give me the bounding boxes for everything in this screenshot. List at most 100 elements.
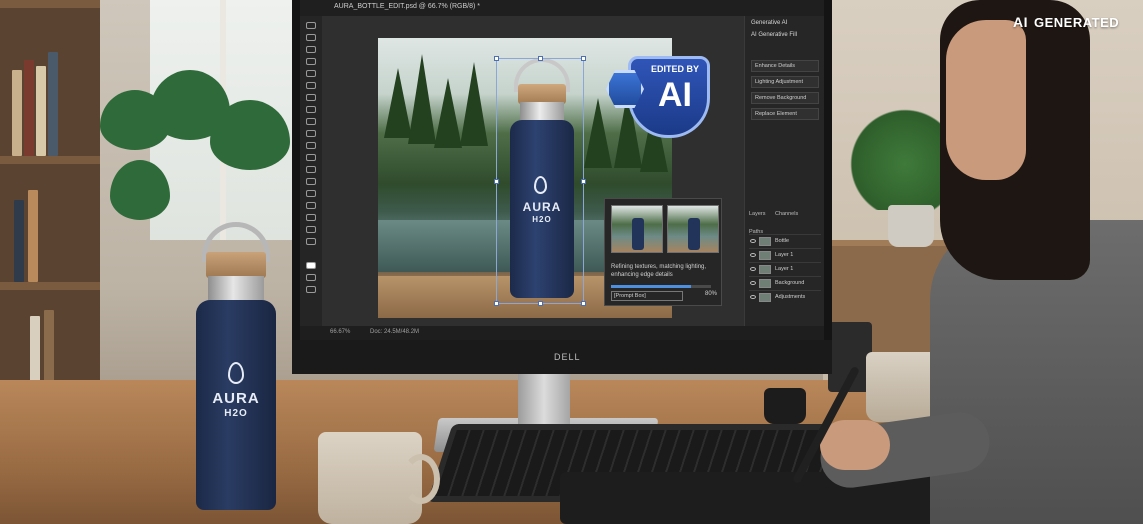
type-tool-icon[interactable] (306, 190, 316, 197)
shelf-board (0, 0, 100, 8)
dell-logo: DELL (554, 352, 581, 362)
status-bar: 66.67% Doc: 24.5M/48.2M (300, 326, 824, 340)
move-tool-icon[interactable] (306, 22, 316, 29)
eye-icon[interactable] (750, 281, 756, 285)
eye-icon[interactable] (750, 295, 756, 299)
screen-mode-icon[interactable] (306, 286, 316, 293)
hand (820, 420, 890, 470)
progress-bar (611, 285, 711, 288)
book (12, 70, 22, 156)
bottle-brand-sub: H2O (224, 408, 248, 419)
layer-name: Bottle (775, 238, 790, 244)
title-bar: AURA_BOTTLE_EDIT.psd @ 66.7% (RGB/8) * (300, 0, 824, 16)
coffee-mug (318, 432, 440, 524)
book (48, 52, 58, 156)
tree (460, 62, 488, 146)
layer-name: Layer 1 (775, 252, 794, 258)
hand-tool-icon[interactable] (306, 226, 316, 233)
generated-text: GENERATED (1034, 15, 1120, 30)
progress-fill (611, 285, 691, 288)
eye-icon[interactable] (750, 239, 756, 243)
layer-thumbnail (759, 237, 771, 246)
layer-thumbnail (759, 251, 771, 260)
stamp-tool-icon[interactable] (306, 106, 316, 113)
ai-option-remove-background[interactable]: Remove Background (751, 92, 819, 104)
prompt-box[interactable]: [Prompt Box] (611, 291, 683, 301)
eye-icon[interactable] (750, 267, 756, 271)
layer-row[interactable]: Layer 1 (749, 248, 821, 261)
face (946, 20, 1026, 180)
bottle-thumbnail (688, 218, 700, 250)
water-drop-icon (228, 362, 244, 384)
transform-handle[interactable] (494, 179, 499, 184)
shape-tool-icon[interactable] (306, 214, 316, 221)
transform-handle[interactable] (538, 56, 543, 61)
layer-row[interactable]: Background (749, 276, 821, 289)
tree (408, 54, 436, 144)
layer-thumbnail (759, 293, 771, 302)
progress-percent: 80% (705, 291, 718, 297)
book (14, 200, 24, 282)
layer-thumbnail (759, 265, 771, 274)
edited-by-ai-badge: EDITED BY AI (606, 56, 710, 138)
foreground-color-icon[interactable] (306, 262, 316, 269)
tree (434, 78, 462, 148)
zoom-tool-icon[interactable] (306, 238, 316, 245)
layer-name: Layer 1 (775, 266, 794, 272)
eye-icon[interactable] (750, 253, 756, 257)
brush-tool-icon[interactable] (306, 94, 316, 101)
processing-message: Refining textures, matching lighting, en… (611, 264, 707, 278)
transform-handle[interactable] (581, 301, 586, 306)
book (36, 66, 46, 156)
layer-name: Adjustments (775, 294, 806, 300)
eraser-tool-icon[interactable] (306, 130, 316, 137)
dark-cup (764, 388, 806, 424)
transform-handle[interactable] (494, 56, 499, 61)
variation-thumbnail[interactable] (667, 205, 719, 253)
ai-option-replace[interactable]: Replace Element (751, 108, 819, 120)
blur-tool-icon[interactable] (306, 154, 316, 161)
book (24, 60, 34, 156)
gradient-tool-icon[interactable] (306, 142, 316, 149)
badge-edited-by: EDITED BY (650, 64, 699, 74)
ai-option-lighting[interactable]: Lighting Adjustment (751, 76, 819, 88)
shelf-board (0, 282, 100, 290)
variation-thumbnail[interactable] (611, 205, 663, 253)
history-brush-icon[interactable] (306, 118, 316, 125)
ai-option-enhance[interactable]: Enhance Details (751, 60, 819, 72)
dodge-tool-icon[interactable] (306, 166, 316, 173)
person (816, 0, 1143, 524)
transform-handle[interactable] (581, 56, 586, 61)
book (28, 190, 38, 282)
tab-channels[interactable]: Channels (775, 211, 798, 217)
quick-mask-icon[interactable] (306, 274, 316, 281)
bottle-cap (206, 252, 266, 278)
eyedropper-tool-icon[interactable] (306, 70, 316, 77)
generative-fill-popup: Refining textures, matching lighting, en… (604, 198, 722, 306)
tool-bar (300, 16, 322, 340)
transform-handle[interactable] (538, 301, 543, 306)
tab-layers[interactable]: Layers (749, 211, 766, 217)
ai-panel-subtitle: AI Generative Fill (751, 32, 798, 38)
layer-name: Background (775, 280, 805, 286)
layer-row[interactable]: Adjustments (749, 290, 821, 303)
badge-ai: AI (658, 76, 692, 114)
layer-panel-tabs: Layers Channels Paths (749, 202, 821, 235)
right-panel: Generative AI AI Generative Fill Enhance… (744, 16, 824, 326)
lasso-tool-icon[interactable] (306, 46, 316, 53)
shelf-board (0, 156, 100, 164)
transform-handle[interactable] (494, 301, 499, 306)
document-tab[interactable]: AURA_BOTTLE_EDIT.psd @ 66.7% (RGB/8) * (334, 3, 480, 10)
pen-tool-icon[interactable] (306, 178, 316, 185)
healing-tool-icon[interactable] (306, 82, 316, 89)
layer-thumbnail (759, 279, 771, 288)
layer-row[interactable]: Bottle (749, 234, 821, 247)
bottle-brand: AURA (212, 390, 260, 407)
marquee-tool-icon[interactable] (306, 34, 316, 41)
crop-tool-icon[interactable] (306, 58, 316, 65)
transform-selection[interactable] (494, 56, 586, 306)
zoom-level: 66.67% (330, 329, 351, 335)
path-select-icon[interactable] (306, 202, 316, 209)
layer-row[interactable]: Layer 1 (749, 262, 821, 275)
transform-handle[interactable] (581, 179, 586, 184)
